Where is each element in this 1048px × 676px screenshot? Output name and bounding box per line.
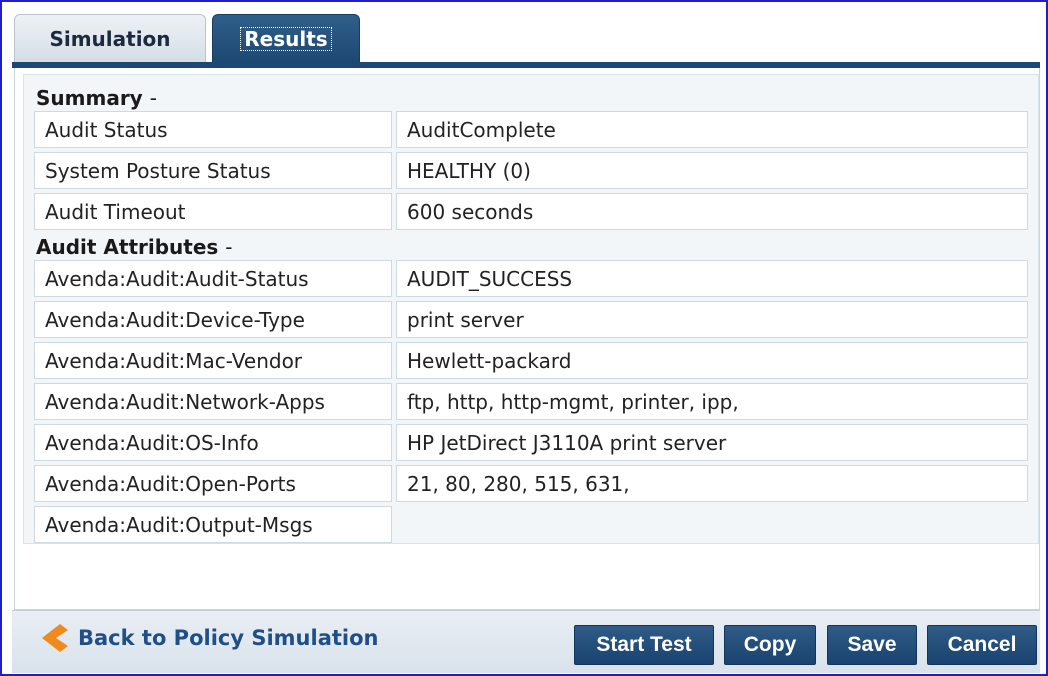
audit-attributes-heading-label: Audit Attributes: [36, 235, 219, 259]
tab-results[interactable]: Results: [212, 14, 360, 62]
attribute-value: ftp, http, http-mgmt, printer, ipp,: [396, 383, 1028, 420]
table-row: Avenda:Audit:Mac-Vendor Hewlett-packard: [34, 342, 1028, 379]
summary-value: 600 seconds: [396, 193, 1028, 230]
attribute-key: Avenda:Audit:Device-Type: [34, 301, 392, 338]
cancel-button[interactable]: Cancel: [927, 625, 1037, 665]
summary-key: Audit Timeout: [34, 193, 392, 230]
attribute-value: HP JetDirect J3110A print server: [396, 424, 1028, 461]
attribute-key: Avenda:Audit:Network-Apps: [34, 383, 392, 420]
table-row: Audit Status AuditComplete: [34, 111, 1028, 148]
results-panel: Summary - Audit Status AuditComplete Sys…: [14, 68, 1040, 610]
summary-heading-dash: -: [149, 86, 157, 110]
results-content: Summary - Audit Status AuditComplete Sys…: [23, 74, 1039, 544]
table-row: System Posture Status HEALTHY (0): [34, 152, 1028, 189]
attribute-key: Avenda:Audit:OS-Info: [34, 424, 392, 461]
footer-bar: Back to Policy Simulation Start Test Cop…: [12, 610, 1040, 673]
attribute-value: 21, 80, 280, 515, 631,: [396, 465, 1028, 502]
attribute-key: Avenda:Audit:Open-Ports: [34, 465, 392, 502]
table-row: Avenda:Audit:Network-Apps ftp, http, htt…: [34, 383, 1028, 420]
summary-heading-label: Summary: [36, 86, 143, 110]
results-window: Simulation Results Summary - Audit Statu…: [0, 0, 1048, 676]
summary-key: Audit Status: [34, 111, 392, 148]
table-row: Avenda:Audit:Output-Msgs: [34, 506, 1028, 543]
table-row: Audit Timeout 600 seconds: [34, 193, 1028, 230]
chevron-left-icon: [42, 624, 68, 652]
table-row: Avenda:Audit:OS-Info HP JetDirect J3110A…: [34, 424, 1028, 461]
attribute-value: print server: [396, 301, 1028, 338]
audit-attributes-heading-dash: -: [225, 235, 233, 259]
tab-simulation-label: Simulation: [49, 26, 171, 51]
save-button[interactable]: Save: [827, 625, 917, 665]
summary-value: HEALTHY (0): [396, 152, 1028, 189]
tab-results-label: Results: [240, 26, 332, 51]
attribute-key: Avenda:Audit:Mac-Vendor: [34, 342, 392, 379]
back-link-label: Back to Policy Simulation: [78, 626, 379, 650]
attribute-value: [396, 506, 1028, 543]
attribute-key: Avenda:Audit:Output-Msgs: [34, 506, 392, 543]
attribute-value: AUDIT_SUCCESS: [396, 260, 1028, 297]
start-test-button[interactable]: Start Test: [574, 625, 714, 665]
attribute-value: Hewlett-packard: [396, 342, 1028, 379]
table-row: Avenda:Audit:Audit-Status AUDIT_SUCCESS: [34, 260, 1028, 297]
tab-simulation[interactable]: Simulation: [14, 14, 206, 62]
summary-key: System Posture Status: [34, 152, 392, 189]
summary-table: Audit Status AuditComplete System Postur…: [30, 107, 1032, 234]
copy-button[interactable]: Copy: [724, 625, 816, 665]
summary-value: AuditComplete: [396, 111, 1028, 148]
audit-attributes-table: Avenda:Audit:Audit-Status AUDIT_SUCCESS …: [30, 256, 1032, 547]
back-to-policy-simulation-link[interactable]: Back to Policy Simulation: [38, 621, 378, 655]
table-row: Avenda:Audit:Open-Ports 21, 80, 280, 515…: [34, 465, 1028, 502]
attribute-key: Avenda:Audit:Audit-Status: [34, 260, 392, 297]
table-row: Avenda:Audit:Device-Type print server: [34, 301, 1028, 338]
